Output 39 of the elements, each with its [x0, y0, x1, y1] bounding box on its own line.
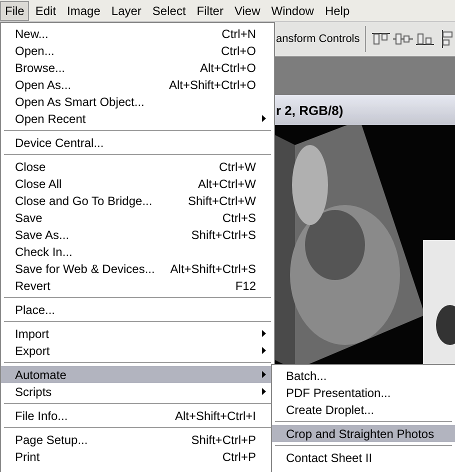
menu-bar-item[interactable]: Help — [320, 0, 355, 20]
menu-item[interactable]: Create Droplet... — [272, 401, 455, 418]
menu-item[interactable]: PDF Presentation... — [272, 384, 455, 401]
menu-item[interactable]: Save Ctrl+S — [1, 209, 274, 226]
menu-bar-item[interactable]: Select — [147, 0, 191, 20]
menu-item[interactable]: Browse... Alt+Ctrl+O — [1, 59, 274, 76]
menu-item[interactable]: Open As Smart Object... — [1, 93, 274, 110]
menu-item[interactable]: Close and Go To Bridge... Shift+Ctrl+W — [1, 192, 274, 209]
menu-item[interactable]: Device Central... — [1, 134, 274, 151]
option-label: ansform Controls — [276, 33, 360, 45]
menu-bar-item[interactable]: Filter — [192, 0, 228, 20]
menu-item[interactable]: Automate — [1, 366, 274, 383]
document-title: r 2, RGB/8) — [276, 102, 344, 118]
menu-item[interactable]: Place... — [1, 301, 274, 318]
menu-item[interactable]: Check In... — [1, 243, 274, 260]
menu-bar-item[interactable]: Layer — [106, 0, 146, 20]
menu-item[interactable]: Print Ctrl+P — [1, 448, 274, 465]
menu-bar-item[interactable]: Window — [266, 0, 319, 20]
menu-item[interactable]: Close Ctrl+W — [1, 158, 274, 175]
menu-item[interactable]: Import — [1, 325, 274, 342]
menu-bar-item[interactable]: View — [229, 0, 266, 20]
menu-item[interactable]: Close All Alt+Ctrl+W — [1, 175, 274, 192]
menu-bar-item[interactable]: Edit — [30, 0, 62, 20]
menu-item[interactable]: Save for Web & Devices... Alt+Shift+Ctrl+S — [1, 260, 274, 277]
menu-item[interactable]: Scripts — [1, 383, 274, 400]
menu-item[interactable]: File Info... Alt+Shift+Ctrl+I — [1, 407, 274, 424]
menu-item[interactable]: Open Recent — [1, 110, 274, 127]
menu-item[interactable]: Contact Sheet II — [272, 449, 455, 466]
menu-item[interactable]: Export — [1, 342, 274, 359]
menu-bar-item[interactable]: Image — [62, 0, 106, 20]
menu-item[interactable]: Batch... — [272, 367, 455, 384]
menu-item[interactable]: New... Ctrl+N — [1, 25, 274, 42]
menu-item[interactable]: Crop and Straighten Photos — [272, 425, 455, 442]
menu-item[interactable]: Open... Ctrl+O — [1, 42, 274, 59]
menu-item[interactable]: Revert F12 — [1, 277, 274, 294]
menu-item[interactable]: Page Setup... Shift+Ctrl+P — [1, 431, 274, 448]
menu-item[interactable]: Save As... Shift+Ctrl+S — [1, 226, 274, 243]
menu-bar-item[interactable]: File — [0, 0, 30, 20]
menu-item[interactable]: Open As... Alt+Shift+Ctrl+O — [1, 76, 274, 93]
